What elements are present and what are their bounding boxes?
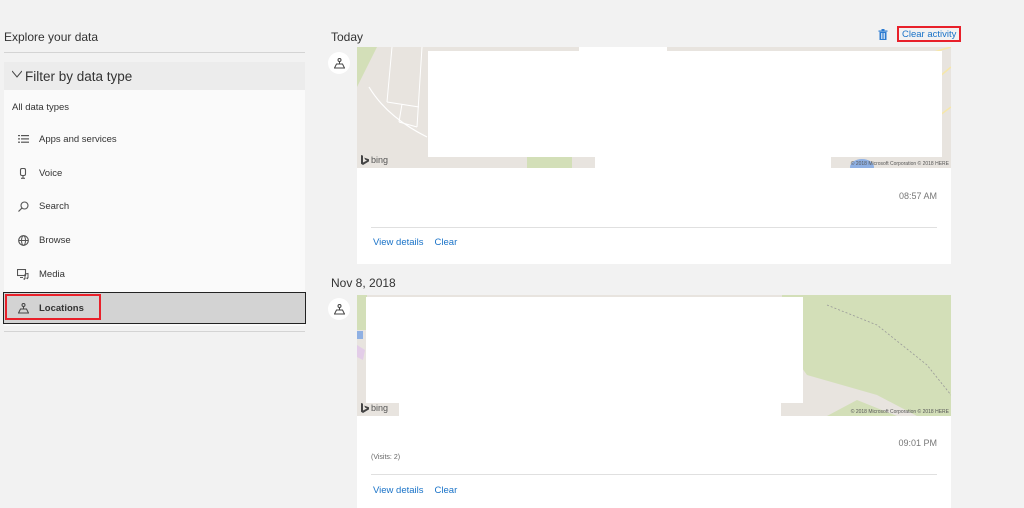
filter-header-label: Filter by data type (25, 68, 133, 84)
view-details-link[interactable]: View details (373, 485, 424, 496)
visit-count: (Visits: 2) (371, 454, 401, 461)
location-activity-card: bing © 2018 Microsoft Corporation © 2018… (357, 47, 951, 264)
divider (4, 331, 305, 332)
bing-logo: bing (361, 403, 388, 413)
activity-time: 09:01 PM (898, 438, 937, 448)
microphone-icon (16, 166, 30, 180)
sidebar-item-label: Apps and services (39, 133, 117, 145)
clear-link[interactable]: Clear (435, 485, 458, 496)
sidebar-item-search[interactable]: Search (4, 190, 305, 222)
card-actions: View details Clear (373, 237, 457, 248)
bing-icon (361, 155, 369, 165)
activity-time: 08:57 AM (898, 191, 937, 201)
sidebar-item-label: Voice (39, 167, 63, 179)
media-icon (16, 267, 30, 281)
location-map[interactable]: bing © 2018 Microsoft Corporation © 2018… (357, 47, 951, 168)
date-group-heading: Today (331, 30, 364, 44)
redacted-region (579, 47, 667, 54)
sidebar-item-voice[interactable]: Voice (4, 157, 305, 189)
location-map[interactable]: bing © 2018 Microsoft Corporation © 2018… (357, 295, 951, 416)
divider (4, 52, 305, 53)
sidebar-item-label: Browse (39, 234, 71, 246)
sidebar: Explore your data Filter by data type Al… (0, 0, 306, 508)
redacted-region (399, 403, 781, 416)
sidebar-item-locations[interactable]: Locations (3, 292, 306, 324)
location-pin-badge (328, 52, 350, 74)
location-icon (333, 303, 345, 314)
sidebar-item-label: Search (39, 200, 70, 212)
map-copyright: © 2018 Microsoft Corporation © 2018 HERE (850, 409, 949, 415)
trash-icon[interactable] (878, 28, 888, 40)
redacted-region (428, 51, 942, 157)
selection-highlight-box (5, 294, 101, 320)
redacted-region (595, 157, 831, 168)
sidebar-item-browse[interactable]: Browse (4, 224, 305, 256)
divider (371, 474, 937, 475)
globe-icon (16, 233, 30, 247)
location-activity-card: bing © 2018 Microsoft Corporation © 2018… (357, 295, 951, 508)
chevron-down-icon (12, 70, 22, 78)
list-icon (16, 132, 30, 146)
sidebar-title: Explore your data (4, 30, 99, 44)
filter-by-data-type-toggle[interactable]: Filter by data type (4, 62, 305, 90)
sidebar-item-media[interactable]: Media (4, 258, 305, 290)
date-group-heading: Nov 8, 2018 (331, 276, 396, 290)
redacted-region (366, 297, 803, 403)
location-pin-badge (328, 298, 350, 320)
bing-logo: bing (361, 155, 388, 165)
location-icon (333, 57, 345, 68)
sidebar-item-apps-and-services[interactable]: Apps and services (4, 123, 305, 155)
clear-activity-group: Clear activity (878, 26, 962, 42)
view-details-link[interactable]: View details (373, 237, 424, 248)
sidebar-item-label: Media (39, 268, 65, 280)
filter-list: All data types Apps and services Voice S… (3, 90, 306, 326)
filter-all-data-types[interactable]: All data types (12, 102, 69, 113)
card-actions: View details Clear (373, 485, 457, 496)
map-copyright: © 2018 Microsoft Corporation © 2018 HERE (850, 161, 949, 167)
search-icon (16, 199, 30, 213)
divider (371, 227, 937, 228)
clear-link[interactable]: Clear (435, 237, 458, 248)
clear-activity-button[interactable]: Clear activity (897, 26, 962, 42)
bing-icon (361, 403, 369, 413)
